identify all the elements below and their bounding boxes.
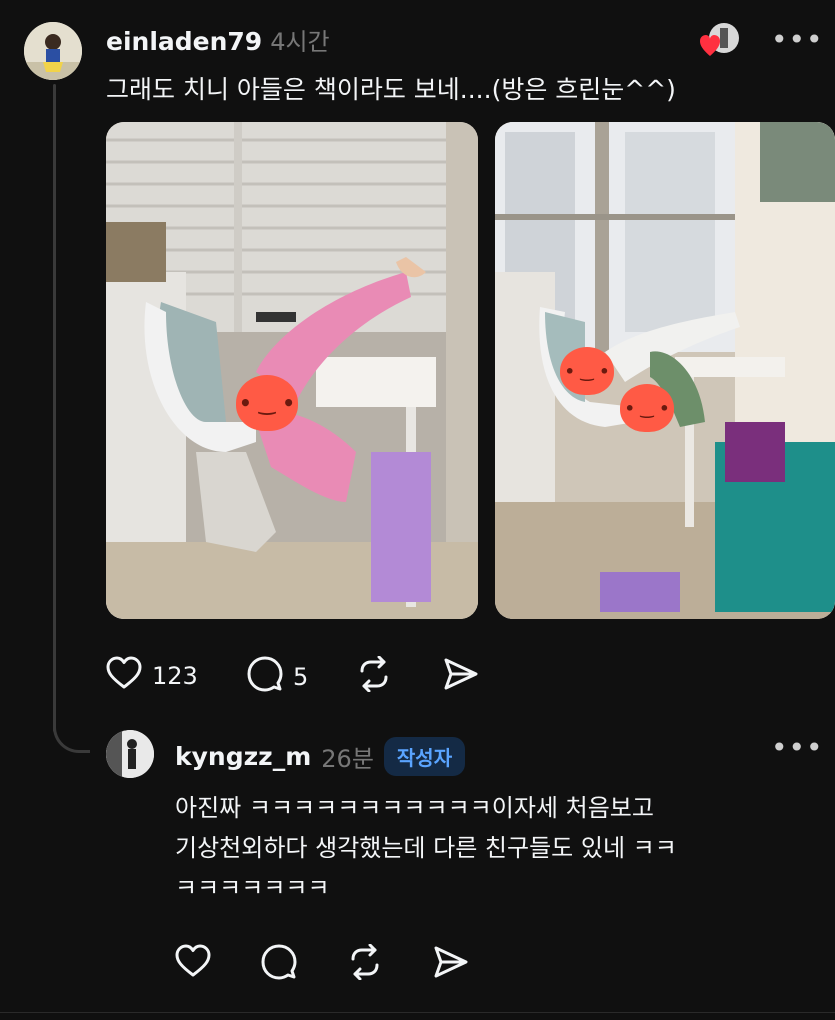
post-text: 그래도 치니 아들은 책이라도 보네....(방은 흐린눈^^) [106, 75, 676, 104]
send-icon[interactable] [443, 656, 479, 696]
liked-by-avatar[interactable] [700, 22, 742, 58]
divider [0, 1012, 835, 1013]
reply-text-line: 기상천외하다 생각했는데 다른 친구들도 있네 ㅋㅋ [175, 834, 677, 862]
reply-header: kyngzz_m 26분 작성자 [175, 737, 466, 776]
repost-icon[interactable] [347, 943, 383, 984]
post-username[interactable]: einladen79 [106, 27, 262, 56]
face-cover-sticker: • ‿ • [560, 347, 614, 395]
reply-time: 26분 [321, 745, 374, 773]
reply-username[interactable]: kyngzz_m [175, 742, 311, 771]
like-count: 123 [152, 662, 198, 690]
reply-author-avatar[interactable] [106, 730, 154, 778]
post-comment-action[interactable]: 5 [247, 656, 308, 698]
author-badge: 작성자 [383, 737, 466, 776]
post-time: 4시간 [270, 28, 330, 56]
speech-bubble-icon[interactable] [247, 656, 283, 698]
post-more-button[interactable]: ••• [771, 26, 824, 54]
reply-text-line: 아진짜 ㅋㅋㅋㅋㅋㅋㅋㅋㅋㅋㅋ이자세 처음보고 [175, 794, 654, 822]
repost-icon[interactable] [356, 655, 392, 696]
post-photo-2[interactable]: • ‿ • • ‿ • [495, 122, 835, 619]
post-header: einladen79 4시간 [106, 22, 330, 57]
send-icon[interactable] [433, 944, 469, 984]
comment-count: 5 [293, 663, 309, 691]
heart-icon[interactable] [106, 656, 142, 696]
reply-text: 아진짜 ㅋㅋㅋㅋㅋㅋㅋㅋㅋㅋㅋ이자세 처음보고 기상천외하다 생각했는데 다른 … [175, 788, 677, 908]
reply-more-button[interactable]: ••• [771, 734, 824, 762]
speech-bubble-icon[interactable] [261, 944, 297, 984]
face-cover-sticker: • ‿ • [620, 384, 674, 432]
thread-connector [53, 700, 90, 753]
heart-icon[interactable] [175, 944, 211, 982]
post-author-avatar[interactable] [24, 22, 82, 80]
reply-text-line: ㅋㅋㅋㅋㅋㅋㅋ [175, 874, 330, 902]
post-photo-1[interactable]: • ‿ • [106, 122, 478, 619]
post-like-action[interactable]: 123 [106, 656, 198, 696]
face-cover-sticker: • ‿ • [236, 375, 298, 431]
thread-line [53, 84, 56, 732]
